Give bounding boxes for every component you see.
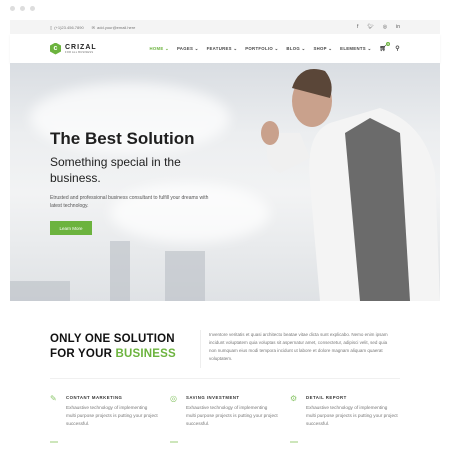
phone-number: (+1)23.456.7890 [54,24,84,30]
divider [50,378,400,379]
hero-title: The Best Solution [50,129,195,148]
phone-icon: ▯ [50,24,53,30]
feature-text: Exhaustive technology of implementing mu… [66,405,158,426]
businessman-image [261,69,440,301]
gears-icon: ⚙ [290,394,298,403]
feature-icon-partial [290,441,298,443]
logo-icon: c [50,42,61,55]
window-controls [10,6,35,11]
coins-icon: ◎ [170,394,177,403]
marketing-icon: ✎ [50,394,57,403]
feature-text: Exhaustive technology of implementing mu… [306,405,398,426]
nav-pages[interactable]: PAGES ⌄ [177,46,199,52]
intro-text: Inventore veritatis et quasi architecto … [209,332,388,361]
top-bar: ▯ (+1)23.456.7890 ✉ add.your@email.here f … [10,20,440,34]
cart-icon[interactable]: 🛒︎ 0 [379,42,391,52]
search-icon[interactable]: ⚲ [395,45,400,52]
nav-features[interactable]: FEATURES ⌄ [207,46,238,52]
instagram-icon[interactable]: ◎ [383,24,387,30]
linkedin-icon[interactable]: in [396,24,400,30]
hero-banner: The Best Solution Something special in t… [10,63,440,301]
nav-portfolio[interactable]: PORTFOLIO ⌄ [245,46,278,52]
hero-subtitle: Something special in the business. [50,155,181,185]
divider [200,330,201,368]
email-icon: ✉ [91,24,96,30]
feature-title: CONTANT MARKETING [66,395,123,400]
logo[interactable]: c CRIZAL FOR ALL BUSINESS [50,42,97,55]
nav-shop[interactable]: SHOP ⌄ [313,46,332,52]
cart-badge: 0 [386,42,391,46]
feature-title: DETAIL REPORT [306,395,347,400]
nav-blog[interactable]: BLOG ⌄ [286,46,305,52]
brand-tagline: FOR ALL BUSINESS [65,50,94,54]
learn-more-button[interactable]: Learn More [50,221,92,235]
brand-name: CRIZAL [65,43,97,51]
feature-icon-partial [50,441,58,443]
nav-home[interactable]: HOME ⌄ [149,46,169,52]
feature-title: SAVING INVESTMENT [186,395,240,400]
intro-heading: ONLY ONE SOLUTION FOR YOUR BUSINESS [50,333,176,360]
twitter-icon[interactable]: 🐦︎ [367,24,373,30]
hero-text: Etrusted and professional business consu… [50,195,209,209]
nav-elements[interactable]: ELEMENTS ⌄ [340,46,371,52]
feature-text: Exhaustive technology of implementing mu… [186,405,278,426]
facebook-icon[interactable]: f [357,24,358,30]
feature-icon-partial [170,441,178,443]
email-address[interactable]: add.your@email.here [97,25,135,30]
main-nav: c CRIZAL FOR ALL BUSINESS HOME ⌄ PAGES ⌄ … [10,34,440,63]
